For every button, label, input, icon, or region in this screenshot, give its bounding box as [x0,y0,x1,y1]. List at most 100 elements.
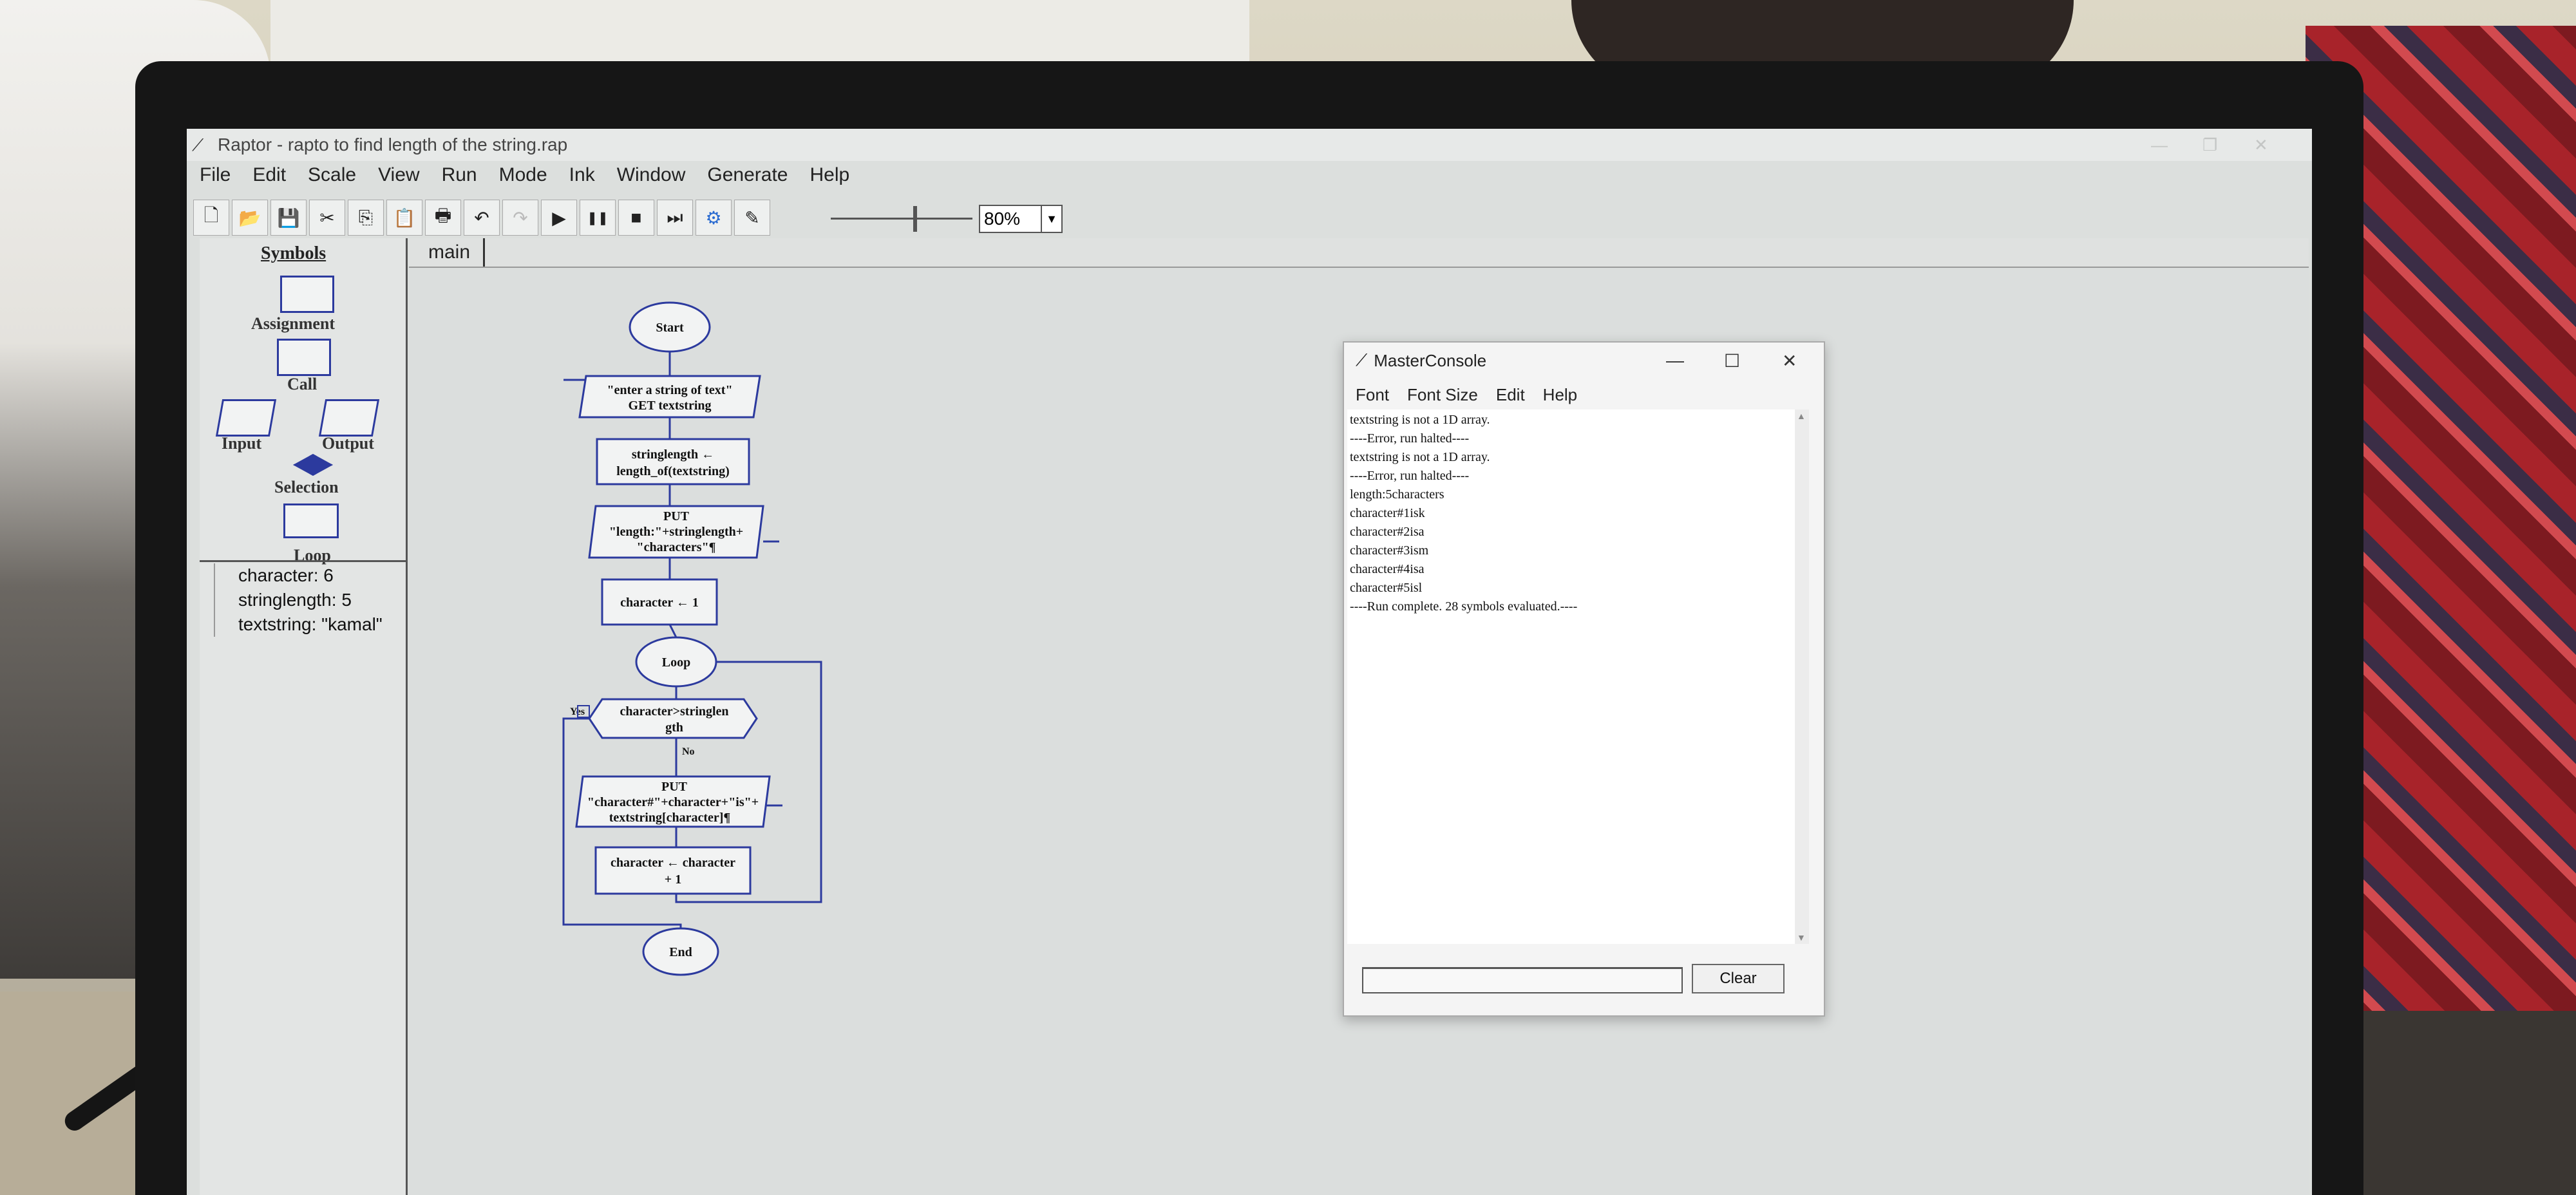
menu-file[interactable]: File [200,164,231,186]
assignment-symbol-icon[interactable] [280,276,334,313]
flowchart: Start "enter a string of text" GET texts… [562,301,822,976]
fc-no-label: No [682,746,695,757]
fc-output1-line3: "characters"¶ [637,540,716,554]
fc-condition-line1: character>stringlen [620,704,728,719]
console-menu-help[interactable]: Help [1543,385,1577,405]
maximize-icon[interactable]: ❐ [2202,135,2217,155]
console-output[interactable]: textstring is not a 1D array. ----Error,… [1347,409,1795,944]
console-line: ----Run complete. 28 symbols evaluated.-… [1350,599,1578,614]
clear-button[interactable]: Clear [1692,964,1785,993]
scroll-up-icon[interactable]: ▲ [1797,411,1806,421]
call-symbol-icon[interactable] [277,339,331,376]
assign-increment-symbol[interactable] [594,846,752,895]
loop-symbol-icon[interactable] [283,503,339,538]
console-input[interactable] [1362,967,1683,993]
console-line: character#4isa [1350,562,1425,576]
fc-end-text: End [669,945,692,959]
variable-textstring: textstring: "kamal" [214,612,406,637]
console-line: ----Error, run halted---- [1350,431,1470,446]
print-icon[interactable]: 🖶 [425,200,461,236]
menu-generate[interactable]: Generate [707,164,788,186]
undo-icon[interactable]: ↶ [464,200,500,236]
console-line: textstring is not a 1D array. [1350,413,1490,427]
symbol-label-assignment: Assignment [251,314,336,333]
laptop-screen: ⟋ Raptor - rapto to find length of the s… [187,129,2312,1195]
variable-stringlength: stringlength: 5 [214,588,406,612]
menu-scale[interactable]: Scale [308,164,356,186]
console-titlebar[interactable]: ⟋ MasterConsole — ☐ ✕ [1344,343,1824,379]
fc-start-text: Start [656,321,684,335]
window-title: Raptor - rapto to find length of the str… [218,135,568,155]
cut-icon[interactable]: ✂ [309,200,345,236]
console-scrollbar[interactable]: ▲ ▼ [1795,409,1809,944]
tab-main[interactable]: main [415,238,486,267]
variables-watch-list: character: 6 stringlength: 5 textstring:… [200,563,406,637]
console-title: MasterConsole [1374,350,1487,370]
zoom-select[interactable]: 80% ▼ [979,205,1063,233]
variable-character: character: 6 [214,563,406,588]
symbol-label-call: Call [287,375,317,393]
minimize-icon[interactable]: — [2151,135,2168,155]
fc-condition-line2: gth [665,720,683,735]
save-icon[interactable]: 💾 [270,200,307,236]
console-line: ----Error, run halted---- [1350,469,1470,483]
zoom-value: 80% [984,209,1021,229]
play-icon[interactable]: ▶ [541,200,577,236]
console-line: textstring is not a 1D array. [1350,450,1490,464]
selection-symbol-icon[interactable] [293,454,333,476]
menu-help[interactable]: Help [810,164,850,186]
step-icon[interactable]: ⏭ [657,200,693,236]
paste-icon[interactable]: 📋 [386,200,422,236]
copy-icon[interactable]: ⎘ [348,200,384,236]
new-file-icon[interactable]: 🗋 [193,200,229,236]
menu-view[interactable]: View [378,164,419,186]
fc-output2-put: PUT [661,780,688,794]
open-folder-icon[interactable]: 📂 [232,200,268,236]
menu-mode[interactable]: Mode [499,164,547,186]
fc-input-get: GET textstring [628,399,711,413]
pause-icon[interactable]: ❚❚ [580,200,616,236]
console-line: length:5characters [1350,487,1444,502]
input-symbol-icon[interactable] [215,399,277,437]
minimize-icon[interactable]: — [1666,350,1684,371]
close-icon[interactable]: ✕ [1782,350,1797,372]
close-icon[interactable]: ✕ [2254,135,2268,155]
fc-assign1-line2: length_of(textstring) [616,464,730,478]
console-menu-font-size[interactable]: Font Size [1407,385,1478,405]
fc-assign2-text: character ← 1 [620,596,699,610]
menu-run[interactable]: Run [442,164,477,186]
console-line: character#5isl [1350,581,1423,595]
fc-output2-line2: "character#"+character+"is"+ [587,795,759,809]
symbols-heading: Symbols [261,243,327,263]
fc-assign1-line1: stringlength ← [632,447,714,462]
raptor-titlebar[interactable]: ⟋ Raptor - rapto to find length of the s… [187,129,2312,161]
toolbar: 🗋 📂 💾 ✂ ⎘ 📋 🖶 ↶ ↷ ▶ ❚❚ ■ ⏭ ⚙ ✎ [193,198,770,237]
redo-icon[interactable]: ↷ [502,200,538,236]
console-line: character#1isk [1350,506,1425,520]
stop-icon[interactable]: ■ [618,200,654,236]
console-menu-edit[interactable]: Edit [1496,385,1525,405]
scroll-down-icon[interactable]: ▼ [1797,932,1806,943]
panel-divider [200,560,406,562]
slider-thumb[interactable] [913,206,917,232]
chevron-down-icon[interactable]: ▼ [1041,206,1061,232]
master-console-window: ⟋ MasterConsole — ☐ ✕ Font Font Size Edi… [1343,341,1825,1017]
menu-bar: File Edit Scale View Run Mode Ink Window… [187,162,849,188]
symbol-label-input: Input [222,434,262,453]
console-menu-bar: Font Font Size Edit Help [1356,385,1577,405]
symbol-label-selection: Selection [274,478,339,496]
menu-window[interactable]: Window [617,164,686,186]
console-menu-font[interactable]: Font [1356,385,1389,405]
pen-icon[interactable]: ✎ [734,200,770,236]
raptor-bird-icon: ⟋ [1356,350,1368,370]
maximize-icon[interactable]: ☐ [1724,350,1740,372]
menu-ink[interactable]: Ink [569,164,595,186]
tab-bar: main [409,238,2309,268]
output-symbol-icon[interactable] [318,399,380,437]
test-icon[interactable]: ⚙ [696,200,732,236]
fc-input-prompt: "enter a string of text" [607,383,732,397]
fc-output1-put: PUT [663,509,690,523]
speed-slider[interactable] [831,205,972,232]
menu-edit[interactable]: Edit [252,164,286,186]
symbol-label-output: Output [322,434,374,453]
